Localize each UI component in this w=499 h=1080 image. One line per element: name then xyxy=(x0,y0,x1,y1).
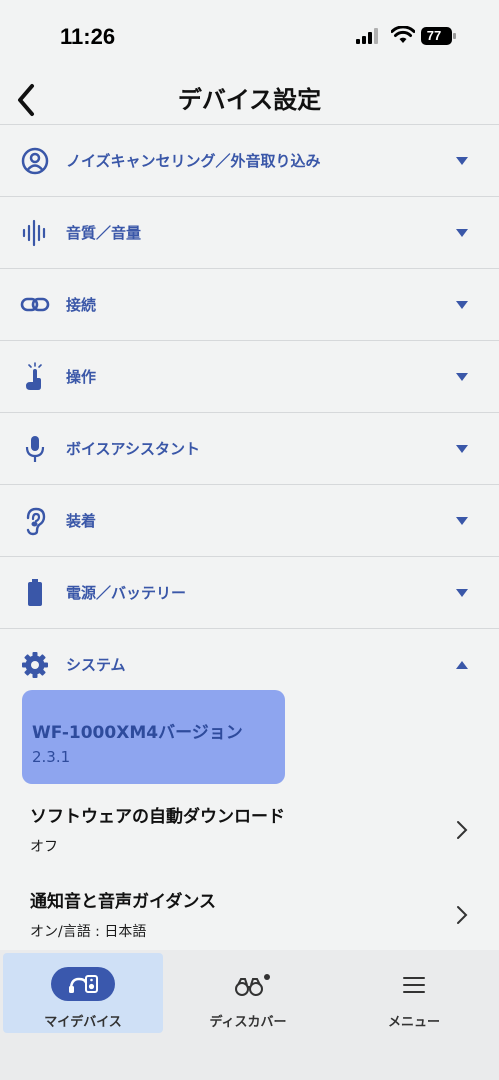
section-label: 装着 xyxy=(66,512,97,530)
status-time: 11:26 xyxy=(60,24,116,49)
ear-icon xyxy=(26,507,46,536)
binoculars-icon xyxy=(235,974,270,996)
section-connection[interactable]: 接続 xyxy=(0,269,499,341)
section-label: 音質／音量 xyxy=(66,224,142,242)
section-label: システム xyxy=(66,656,126,674)
section-wearing[interactable]: 装着 xyxy=(0,485,499,557)
section-label: 接続 xyxy=(66,296,97,314)
tab-bar: マイデバイス ディスカバー メニュー xyxy=(0,950,499,1080)
caret-down-icon xyxy=(456,229,468,237)
section-operation[interactable]: 操作 xyxy=(0,341,499,413)
status-bar: 11:26 77 xyxy=(0,0,499,70)
caret-down-icon xyxy=(456,517,468,525)
tab-label: メニュー xyxy=(387,1015,440,1030)
setting-title: 通知音と音声ガイダンス xyxy=(30,892,216,912)
setting-value: オン/言語 : 日本語 xyxy=(30,924,147,940)
tab-label: マイデバイス xyxy=(44,1015,122,1030)
chevron-right-icon xyxy=(457,906,468,924)
wifi-icon xyxy=(391,26,415,43)
battery-icon xyxy=(28,579,42,606)
version-title: WF-1000XM4バージョン xyxy=(32,723,243,743)
caret-down-icon xyxy=(456,301,468,309)
headphones-device-icon xyxy=(69,975,98,993)
battery-status-icon: 77 xyxy=(421,27,457,49)
setting-auto-download[interactable]: ソフトウェアの自動ダウンロード オフ xyxy=(0,802,499,872)
caret-up-icon xyxy=(456,661,468,669)
setting-value: オフ xyxy=(30,839,58,855)
tab-menu[interactable]: メニュー xyxy=(334,953,494,1033)
section-label: ボイスアシスタント xyxy=(66,440,200,458)
link-icon xyxy=(20,297,50,312)
hamburger-menu-icon xyxy=(403,977,425,993)
version-card[interactable]: WF-1000XM4バージョン 2.3.1 xyxy=(22,690,285,784)
sound-wave-icon xyxy=(22,219,46,247)
section-sound-quality[interactable]: 音質／音量 xyxy=(0,197,499,269)
active-tab-pill xyxy=(51,967,115,1001)
setting-notification-sound[interactable]: 通知音と音声ガイダンス オン/言語 : 日本語 xyxy=(0,887,499,957)
tap-finger-icon xyxy=(26,362,42,390)
version-number: 2.3.1 xyxy=(32,748,71,766)
caret-down-icon xyxy=(456,589,468,597)
nav-header: デバイス設定 xyxy=(0,70,499,124)
section-label: 操作 xyxy=(66,368,97,386)
chevron-right-icon xyxy=(457,821,468,839)
page-title: デバイス設定 xyxy=(177,86,322,114)
tab-my-device[interactable]: マイデバイス xyxy=(3,953,163,1033)
tab-discover[interactable]: ディスカバー xyxy=(168,953,328,1033)
setting-title: ソフトウェアの自動ダウンロード xyxy=(30,807,285,827)
section-noise-canceling[interactable]: ノイズキャンセリング／外音取り込み xyxy=(0,125,499,197)
caret-down-icon xyxy=(456,373,468,381)
signal-icon xyxy=(356,28,378,44)
section-label: 電源／バッテリー xyxy=(66,584,187,602)
notification-badge xyxy=(264,974,270,980)
gear-icon xyxy=(22,652,48,678)
tab-label: ディスカバー xyxy=(209,1015,287,1030)
battery-level: 77 xyxy=(426,28,442,43)
section-label: ノイズキャンセリング／外音取り込み xyxy=(66,152,321,170)
section-power-battery[interactable]: 電源／バッテリー xyxy=(0,557,499,629)
person-in-circle-icon xyxy=(21,147,49,175)
caret-down-icon xyxy=(456,157,468,165)
microphone-icon xyxy=(25,436,45,462)
section-voice-assistant[interactable]: ボイスアシスタント xyxy=(0,413,499,485)
caret-down-icon xyxy=(456,445,468,453)
